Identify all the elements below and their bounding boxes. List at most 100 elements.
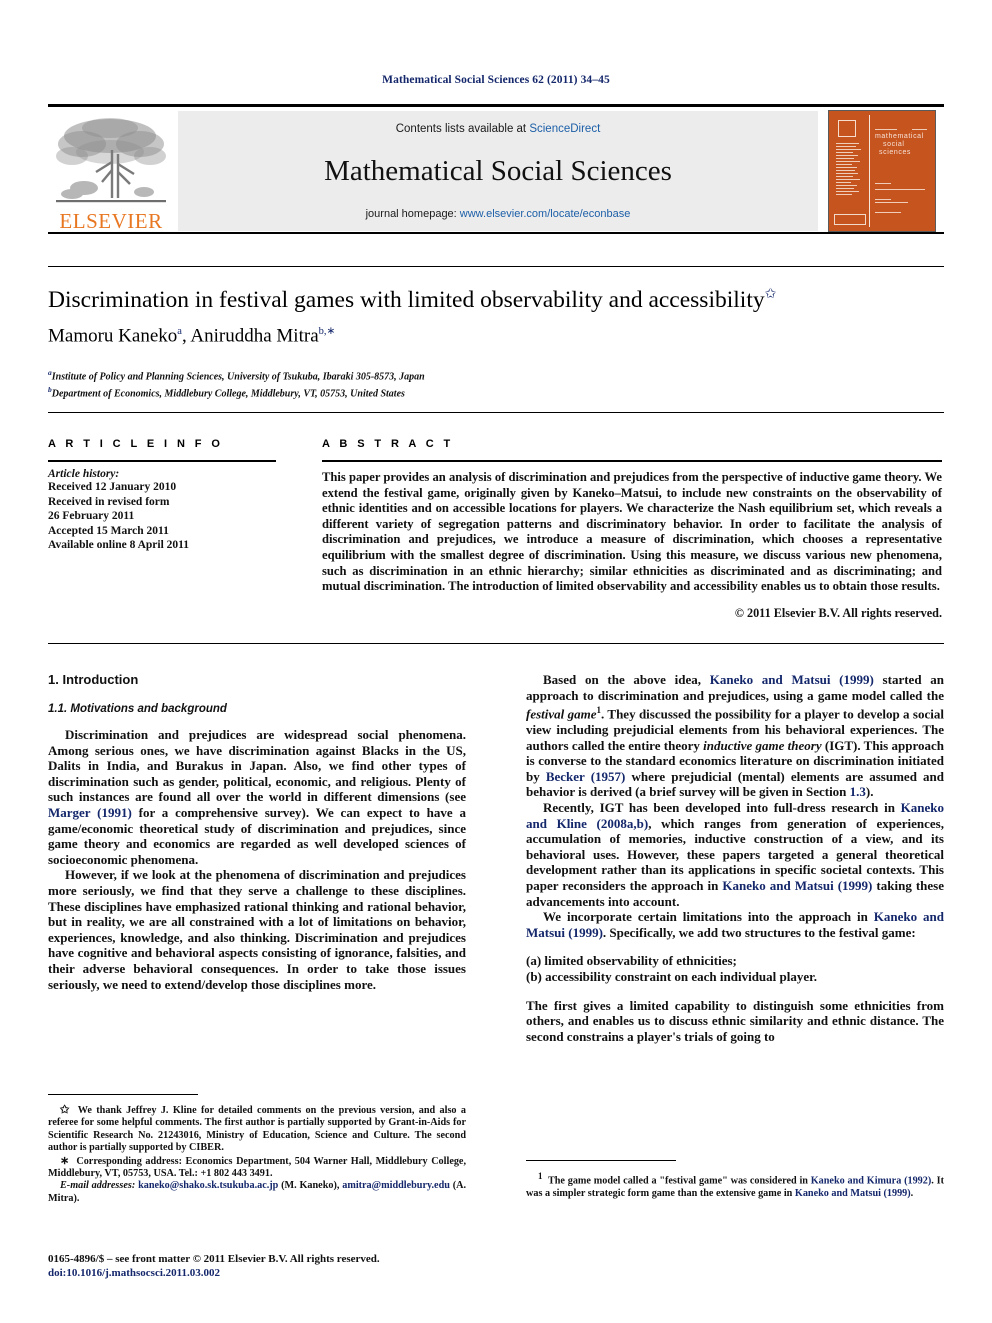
- paragraph: We incorporate certain limitations into …: [526, 909, 944, 940]
- paragraph: Discrimination and prejudices are widesp…: [48, 727, 466, 867]
- email-link-mitra[interactable]: amitra@middlebury.edu: [342, 1180, 450, 1191]
- footnote-marker-1: 1: [538, 1171, 543, 1181]
- footnote-text: The game model called a "festival game" …: [547, 1175, 811, 1187]
- masthead-bottom-rule: [48, 232, 944, 234]
- history-item: Received 12 January 2010: [48, 481, 177, 493]
- history-item: Accepted 15 March 2011: [48, 524, 169, 537]
- abstract-text: This paper provides an analysis of discr…: [322, 470, 942, 594]
- abstract-copyright: © 2011 Elsevier B.V. All rights reserved…: [734, 605, 942, 620]
- affiliation-a-text: Institute of Policy and Planning Science…: [51, 371, 425, 383]
- body-column-left: 1. Introduction 1.1. Motivations and bac…: [48, 672, 466, 992]
- footnote-marker-star: ✩: [60, 1104, 70, 1116]
- sciencedirect-link[interactable]: ScienceDirect: [529, 123, 600, 135]
- citation-kaneko-matsui-1999[interactable]: Kaneko and Matsui (1999): [722, 878, 872, 893]
- author-list: Mamoru Kanekoa, Aniruddha Mitrab,∗: [48, 325, 944, 347]
- paragraph-part: Based on the above idea,: [543, 672, 710, 687]
- footnote-marker-asterisk: ∗: [60, 1154, 70, 1167]
- abstract-block: A B S T R A C T This paper provides an a…: [322, 438, 942, 621]
- masthead-band: Contents lists available at ScienceDirec…: [178, 111, 818, 231]
- email-link-kaneko[interactable]: kaneko@shako.sk.tsukuba.ac.jp: [138, 1180, 278, 1191]
- citation-kaneko-kimura-1992[interactable]: Kaneko and Kimura (1992): [811, 1175, 932, 1186]
- contents-prefix: Contents lists available at: [395, 123, 530, 135]
- history-item: Received in revised form: [48, 495, 170, 508]
- author-separator: , Aniruddha Mitra: [181, 325, 319, 347]
- paragraph-part: Recently, IGT has been developed into fu…: [543, 800, 901, 816]
- footnotes-right: 1 The game model called a "festival game…: [526, 1170, 944, 1200]
- history-item: 26 February 2011: [48, 510, 135, 522]
- page-title: Discrimination in festival games with li…: [48, 286, 944, 314]
- footnotes-left: ✩ We thank Jeffrey J. Kline for detailed…: [48, 1104, 466, 1205]
- issn-block: 0165-4896/$ – see front matter © 2011 El…: [48, 1252, 478, 1280]
- affiliation-b: bDepartment of Economics, Middlebury Col…: [48, 385, 944, 399]
- cover-body-lines: [875, 181, 929, 215]
- article-history-lines: Received 12 January 2010 Received in rev…: [48, 480, 276, 553]
- paragraph-part: We incorporate certain limitations into …: [543, 909, 874, 925]
- paragraph: However, if we look at the phenomena of …: [48, 867, 466, 992]
- cover-title-line-3: sciences: [879, 149, 912, 156]
- author-2-affiliation-marker: b,∗: [318, 326, 336, 337]
- footnote-text: .: [910, 1187, 914, 1199]
- cover-title-line-1: mathematical: [875, 133, 924, 140]
- article-history-label: Article history:: [48, 468, 120, 480]
- elsevier-tree-icon: [56, 118, 166, 203]
- paragraph: The first gives a limited capability to …: [526, 997, 944, 1044]
- citation-kaneko-matsui-1999[interactable]: Kaneko and Matsui (1999): [710, 672, 874, 687]
- citation-becker-1957[interactable]: Becker (1957): [546, 769, 626, 784]
- article-info-heading: A R T I C L E I N F O: [48, 438, 224, 450]
- title-footnote-marker[interactable]: ✩: [765, 287, 777, 302]
- history-item: Available online 8 April 2011: [48, 539, 189, 551]
- homepage-prefix: journal homepage:: [365, 208, 460, 220]
- cover-divider: [869, 115, 870, 227]
- abstract-bottom-rule: [48, 643, 944, 644]
- list-item: (b) accessibility constraint on each ind…: [526, 969, 817, 985]
- footnote-1: 1 The game model called a "festival game…: [526, 1170, 944, 1200]
- cover-emblem-icon: [838, 120, 856, 137]
- cover-title-line-2: social: [883, 141, 905, 148]
- article-title-text: Discrimination in festival games with li…: [48, 287, 765, 313]
- journal-homepage-link[interactable]: www.elsevier.com/locate/econbase: [460, 208, 631, 220]
- section-heading-introduction: 1. Introduction: [48, 672, 139, 687]
- footnote-emails: E-mail addresses: kaneko@shako.sk.tsukub…: [48, 1180, 466, 1205]
- paragraph-part: Discrimination and prejudices are widesp…: [48, 727, 466, 805]
- term-festival-game: festival game: [526, 706, 597, 722]
- term-inductive-game-theory: inductive game theory: [703, 737, 822, 753]
- article-info-rule: [48, 460, 276, 462]
- subsection-heading-motivations: 1.1. Motivations and background: [48, 703, 227, 715]
- elsevier-logo: ELSEVIER: [50, 110, 172, 232]
- cross-ref-section-1-3[interactable]: 1.3: [850, 784, 866, 799]
- journal-cover-thumbnail: mathematical social sciences: [828, 110, 936, 232]
- paper-page: Mathematical Social Sciences 62 (2011) 3…: [0, 0, 992, 1323]
- paragraph-part: . Specifically, we add two structures to…: [602, 924, 916, 940]
- abstract-section-top-rule: [48, 412, 944, 413]
- masthead-top-rule: [48, 104, 944, 107]
- affiliation-a: aInstitute of Policy and Planning Scienc…: [48, 368, 944, 382]
- footnote-rule-left: [48, 1094, 198, 1095]
- citation-kaneko-matsui-1999[interactable]: Kaneko and Matsui (1999): [795, 1188, 911, 1199]
- citation-marger-1991[interactable]: Marger (1991): [48, 805, 132, 820]
- footnote-acknowledgement: ✩ We thank Jeffrey J. Kline for detailed…: [48, 1104, 466, 1155]
- paragraph: Recently, IGT has been developed into fu…: [526, 800, 944, 909]
- cover-left-lines: [836, 141, 864, 197]
- body-column-right: Based on the above idea, Kaneko and Mats…: [526, 672, 944, 1044]
- abstract-heading: A B S T R A C T: [322, 438, 454, 450]
- journal-title: Mathematical Social Sciences: [324, 155, 672, 187]
- journal-masthead: ELSEVIER Contents lists available at Sci…: [48, 104, 944, 234]
- abstract-rule: [322, 460, 942, 462]
- cover-footer-badge: [834, 214, 866, 225]
- email-owner-1: (M. Kaneko),: [278, 1180, 340, 1192]
- cover-journal-title: mathematical social sciences: [875, 133, 931, 157]
- issn-line: 0165-4896/$ – see front matter © 2011 El…: [48, 1253, 380, 1265]
- doi-link[interactable]: doi:10.1016/j.mathsocsci.2011.03.002: [48, 1266, 478, 1280]
- footnote-rule-right: [526, 1160, 676, 1161]
- title-top-rule: [48, 266, 944, 267]
- article-info-block: A R T I C L E I N F O Article history: R…: [48, 438, 276, 553]
- elsevier-wordmark: ELSEVIER: [59, 209, 163, 233]
- footnote-text: We thank Jeffrey J. Kline for detailed c…: [48, 1105, 466, 1154]
- email-addresses-label: E-mail addresses:: [60, 1180, 136, 1192]
- list-item: (a) limited observability of ethnicities…: [526, 953, 737, 969]
- paragraph-part: ).: [865, 784, 874, 800]
- journal-homepage-line: journal homepage: www.elsevier.com/locat…: [366, 208, 631, 220]
- contents-available-line: Contents lists available at ScienceDirec…: [396, 123, 601, 135]
